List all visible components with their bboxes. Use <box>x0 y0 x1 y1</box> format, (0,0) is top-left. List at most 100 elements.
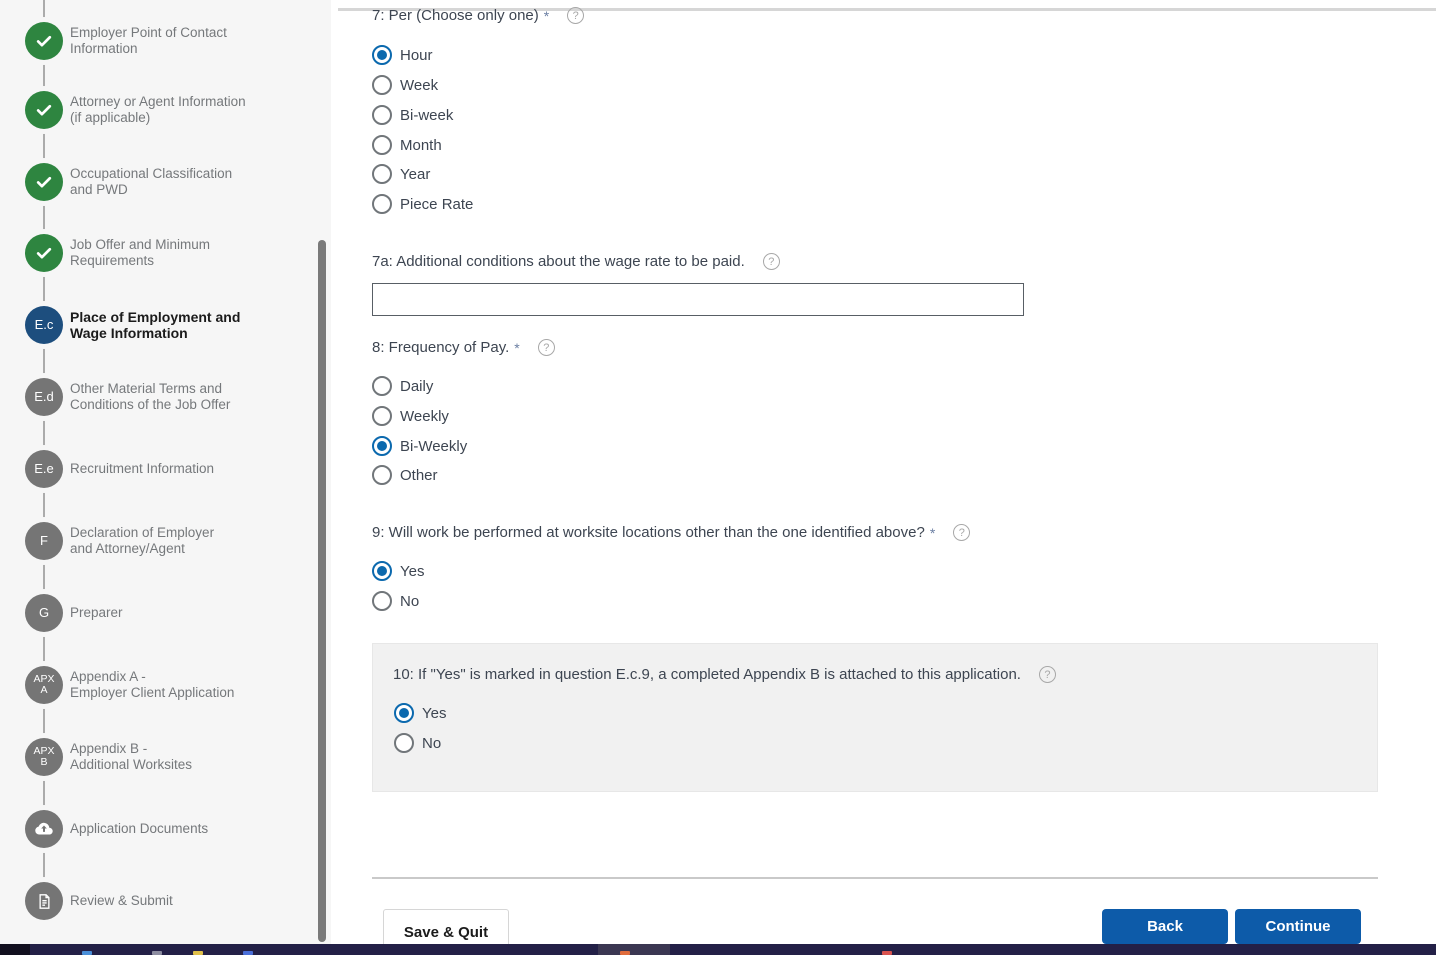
taskbar <box>0 944 1436 955</box>
radio-label: Yes <box>422 704 447 722</box>
question-10-label: 10: If "Yes" is marked in question E.c.9… <box>393 666 1021 683</box>
step-badge-g: G <box>25 594 63 632</box>
question-9-label-row: 9: Will work be performed at worksite lo… <box>372 524 971 541</box>
q7-option-biweek[interactable]: Bi-week <box>372 105 453 125</box>
step-badge-apx-b: APX B <box>25 738 63 776</box>
step-badge-apx-a: APX A <box>25 666 63 704</box>
sidebar-item-label: Attorney or Agent Information (if applic… <box>70 94 246 125</box>
radio-label: Bi-Weekly <box>400 437 468 455</box>
step-badge-ee: E.e <box>25 450 63 488</box>
sidebar-scrollbar-thumb[interactable] <box>318 240 326 942</box>
sidebar-item-label: Other Material Terms and Conditions of t… <box>70 381 231 412</box>
sidebar-item-appendix-a[interactable]: APX A Appendix A - Employer Client Appli… <box>25 666 305 704</box>
question-circle-icon[interactable]: ? <box>762 253 780 270</box>
radio-button[interactable] <box>372 436 392 456</box>
radio-label: Hour <box>400 46 433 64</box>
taskbar-icon-sliver <box>243 951 253 955</box>
question-7-label-row: 7: Per (Choose only one) * ? <box>372 7 585 24</box>
radio-label: Daily <box>400 377 434 395</box>
form-section-place-of-employment: 7: Per (Choose only one) * ? Hour Week B… <box>331 0 1436 955</box>
sidebar-item-label: Appendix A - Employer Client Application <box>70 669 235 700</box>
radio-label: Bi-week <box>400 106 454 124</box>
document-icon <box>25 882 63 920</box>
radio-button[interactable] <box>394 703 414 723</box>
q7-option-hour[interactable]: Hour <box>372 45 433 65</box>
question-9-label: 9: Will work be performed at worksite lo… <box>372 524 925 541</box>
question-8-label-row: 8: Frequency of Pay. * ? <box>372 339 555 356</box>
q8-option-weekly[interactable]: Weekly <box>372 406 449 426</box>
radio-label: Month <box>400 136 442 154</box>
sidebar-item-label: Employer Point of Contact Information <box>70 25 227 56</box>
radio-label: Piece Rate <box>400 195 474 213</box>
sidebar-item-label: Declaration of Employer and Attorney/Age… <box>70 525 215 556</box>
radio-button[interactable] <box>394 733 414 753</box>
taskbar-icon-sliver <box>82 951 92 955</box>
question-10-label-row: 10: If "Yes" is marked in question E.c.9… <box>393 666 1056 683</box>
radio-label: Week <box>400 76 439 94</box>
sidebar-item-label: Application Documents <box>70 821 209 836</box>
q8-option-daily[interactable]: Daily <box>372 376 433 396</box>
cloud-upload-icon <box>25 810 63 848</box>
check-icon <box>25 163 63 201</box>
sidebar-item-employer-poc[interactable]: Employer Point of Contact Information <box>25 22 305 60</box>
required-asterisk: * <box>929 524 936 541</box>
q7-option-week[interactable]: Week <box>372 75 438 95</box>
check-icon <box>25 91 63 129</box>
radio-button[interactable] <box>372 45 392 65</box>
back-button[interactable]: Back <box>1102 909 1228 944</box>
radio-label: No <box>422 734 442 752</box>
sidebar-item-label: Job Offer and Minimum Requirements <box>70 237 211 268</box>
q7-option-piece-rate[interactable]: Piece Rate <box>372 194 473 214</box>
q8-option-biweekly[interactable]: Bi-Weekly <box>372 436 467 456</box>
radio-button[interactable] <box>372 75 392 95</box>
q8-option-other[interactable]: Other <box>372 465 438 485</box>
check-icon <box>25 22 63 60</box>
q10-option-yes[interactable]: Yes <box>394 703 446 723</box>
taskbar-corner <box>0 944 30 955</box>
q10-option-no[interactable]: No <box>394 733 441 753</box>
sidebar-item-occupational-classification[interactable]: Occupational Classification and PWD <box>25 163 305 201</box>
sidebar-item-application-documents[interactable]: Application Documents <box>25 810 305 848</box>
sidebar-item-preparer[interactable]: G Preparer <box>25 594 305 632</box>
radio-button[interactable] <box>372 561 392 581</box>
question-circle-icon[interactable]: ? <box>1038 666 1056 683</box>
flag-application-page: Employer Point of Contact Information At… <box>0 0 1436 955</box>
sidebar-item-declaration[interactable]: F Declaration of Employer and Attorney/A… <box>25 522 305 560</box>
sidebar-item-job-offer[interactable]: Job Offer and Minimum Requirements <box>25 234 305 272</box>
step-badge-ec: E.c <box>25 306 63 344</box>
radio-label: Weekly <box>400 407 449 425</box>
question-circle-icon[interactable]: ? <box>537 339 555 356</box>
step-badge-ed: E.d <box>25 378 63 416</box>
radio-button[interactable] <box>372 465 392 485</box>
continue-button[interactable]: Continue <box>1235 909 1361 944</box>
question-circle-icon[interactable]: ? <box>567 7 585 24</box>
q7-option-month[interactable]: Month <box>372 135 442 155</box>
radio-button[interactable] <box>372 105 392 125</box>
sidebar-item-label: Preparer <box>70 605 123 620</box>
radio-button[interactable] <box>372 406 392 426</box>
check-icon <box>25 234 63 272</box>
sidebar-item-label: Occupational Classification and PWD <box>70 166 233 197</box>
taskbar-active-icon <box>598 944 670 955</box>
question-10-panel: 10: If "Yes" is marked in question E.c.9… <box>372 643 1378 792</box>
sidebar-item-other-material-terms[interactable]: E.d Other Material Terms and Conditions … <box>25 378 305 416</box>
radio-button[interactable] <box>372 376 392 396</box>
q9-option-yes[interactable]: Yes <box>372 561 424 581</box>
radio-button[interactable] <box>372 591 392 611</box>
radio-button[interactable] <box>372 194 392 214</box>
taskbar-icon-sliver <box>620 951 630 955</box>
question-circle-icon[interactable]: ? <box>953 524 971 541</box>
progress-sidebar: Employer Point of Contact Information At… <box>0 0 331 944</box>
sidebar-item-attorney-agent[interactable]: Attorney or Agent Information (if applic… <box>25 91 305 129</box>
taskbar-icon-sliver <box>882 951 892 955</box>
sidebar-item-appendix-b[interactable]: APX B Appendix B - Additional Worksites <box>25 738 305 776</box>
wage-conditions-input[interactable] <box>372 283 1024 316</box>
radio-button[interactable] <box>372 135 392 155</box>
q9-option-no[interactable]: No <box>372 591 419 611</box>
sidebar-item-recruitment[interactable]: E.e Recruitment Information <box>25 450 305 488</box>
required-asterisk: * <box>543 7 550 24</box>
sidebar-item-place-of-employment[interactable]: E.c Place of Employment and Wage Informa… <box>25 306 305 344</box>
radio-button[interactable] <box>372 164 392 184</box>
sidebar-item-review-submit[interactable]: Review & Submit <box>25 882 305 920</box>
q7-option-year[interactable]: Year <box>372 164 430 184</box>
